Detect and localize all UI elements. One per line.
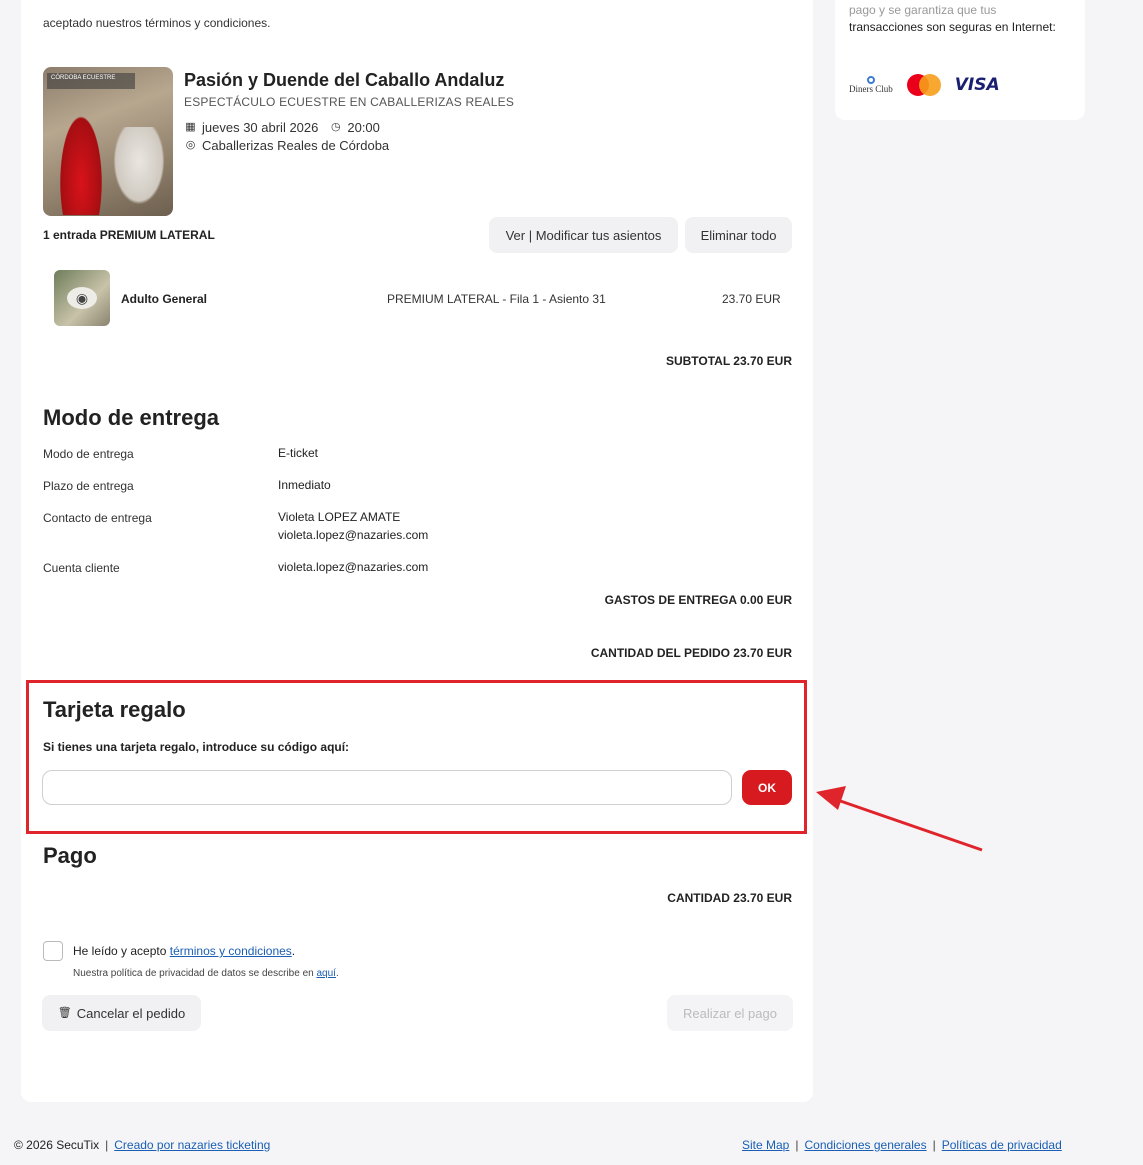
gift-card-ok-button[interactable]: OK: [742, 770, 792, 805]
ticket-type: Adulto General: [121, 292, 208, 306]
created-by-link[interactable]: Creado por nazaries ticketing: [114, 1138, 270, 1152]
gift-card-title: Tarjeta regalo: [43, 697, 186, 722]
footer-right: Site Map | Condiciones generales | Políticas…: [742, 1138, 1062, 1152]
privacy-text: Nuestra política de privacidad de datos …: [73, 968, 339, 979]
mastercard-logo: [906, 74, 941, 96]
location-pin-icon: ◎: [185, 139, 196, 151]
privacy-policy-link[interactable]: Políticas de privacidad: [942, 1138, 1062, 1152]
delivery-mode-label: Modo de entrega: [43, 447, 134, 461]
cancel-order-button[interactable]: 🗑 Cancelar el pedido: [42, 995, 201, 1031]
event-poster-image: CÓRDOBA ECUESTRE: [43, 67, 173, 216]
modify-seats-button[interactable]: Ver | Modificar tus asientos: [489, 217, 678, 253]
ticket-price: 23.70 EUR: [722, 292, 781, 306]
poster-banner: CÓRDOBA ECUESTRE: [47, 73, 135, 89]
gift-card-code-input[interactable]: [42, 770, 732, 805]
terms-link[interactable]: términos y condiciones: [170, 944, 292, 958]
event-date: jueves 30 abril 2026: [202, 120, 319, 135]
general-conditions-link[interactable]: Condiciones generales: [804, 1138, 926, 1152]
cancel-order-label: Cancelar el pedido: [76, 1005, 186, 1021]
delivery-mode-value: E-ticket: [278, 446, 319, 460]
privacy-here-link[interactable]: aquí: [316, 968, 335, 979]
event-datetime: ▦ jueves 30 abril 2026 ◷ 20:00: [184, 120, 380, 135]
payment-logos: Diners Club VISA: [849, 74, 1000, 96]
delete-all-button[interactable]: Eliminar todo: [685, 217, 792, 253]
clock-icon: ◷: [331, 121, 341, 133]
delivery-contact-value: Violeta LOPEZ AMATE violeta.lopez@nazari…: [278, 508, 428, 544]
delivery-contact-label: Contacto de entrega: [43, 511, 152, 525]
annotation-arrow: [816, 786, 983, 852]
site-map-link[interactable]: Site Map: [742, 1138, 789, 1152]
security-text: pago y se garantiza que tus transaccione…: [849, 2, 1059, 36]
order-amount: CANTIDAD DEL PEDIDO 23.70 EUR: [590, 646, 792, 660]
shipping-cost: GASTOS DE ENTREGA 0.00 EUR: [604, 593, 792, 607]
diners-club-logo: Diners Club: [849, 76, 893, 94]
customer-account-label: Cuenta cliente: [43, 561, 120, 575]
ticket-thumbnail: ◉: [54, 270, 110, 326]
tickets-count: 1 entrada PREMIUM LATERAL: [43, 228, 215, 242]
subtotal: SUBTOTAL 23.70 EUR: [665, 354, 792, 368]
event-title: Pasión y Duende del Caballo Andaluz: [184, 70, 505, 90]
terms-text: He leído y acepto términos y condiciones…: [73, 944, 296, 958]
eye-icon: ◉: [67, 287, 97, 309]
make-payment-button[interactable]: Realizar el pago: [667, 995, 793, 1031]
event-venue-name: Caballerizas Reales de Córdoba: [202, 138, 390, 153]
security-text-faded: pago y se garantiza que tus: [849, 3, 997, 17]
footer-left: © 2026 SecuTix | Creado por nazaries ticke…: [14, 1138, 271, 1152]
terms-note: aceptado nuestros términos y condiciones…: [43, 16, 271, 30]
customer-account-value: violeta.lopez@nazaries.com: [278, 560, 429, 574]
delivery-time-value: Inmediato: [278, 478, 331, 492]
calendar-icon: ▦: [185, 121, 196, 133]
copyright: © 2026 SecuTix: [14, 1138, 100, 1152]
security-text-main: transacciones son seguras en Internet:: [849, 20, 1056, 34]
terms-checkbox[interactable]: [43, 941, 63, 961]
delivery-contact-email: violeta.lopez@nazaries.com: [278, 528, 429, 542]
payment-security-card: pago y se garantiza que tus transaccione…: [835, 0, 1085, 120]
event-venue: ◎ Caballerizas Reales de Córdoba: [184, 138, 389, 153]
gift-card-label: Si tienes una tarjeta regalo, introduce …: [43, 740, 350, 754]
visa-logo: VISA: [954, 75, 1000, 95]
trash-icon: 🗑: [57, 1006, 72, 1019]
delivery-contact-name: Violeta LOPEZ AMATE: [278, 510, 401, 524]
delivery-title: Modo de entrega: [43, 405, 220, 430]
delivery-time-label: Plazo de entrega: [43, 479, 134, 493]
event-time: 20:00: [347, 120, 380, 135]
payment-title: Pago: [43, 843, 97, 868]
payment-amount: CANTIDAD 23.70 EUR: [667, 891, 792, 905]
event-subtitle: ESPECTÁCULO ECUESTRE EN CABALLERIZAS REA…: [184, 95, 515, 109]
ticket-seat: PREMIUM LATERAL - Fila 1 - Asiento 31: [387, 292, 606, 306]
